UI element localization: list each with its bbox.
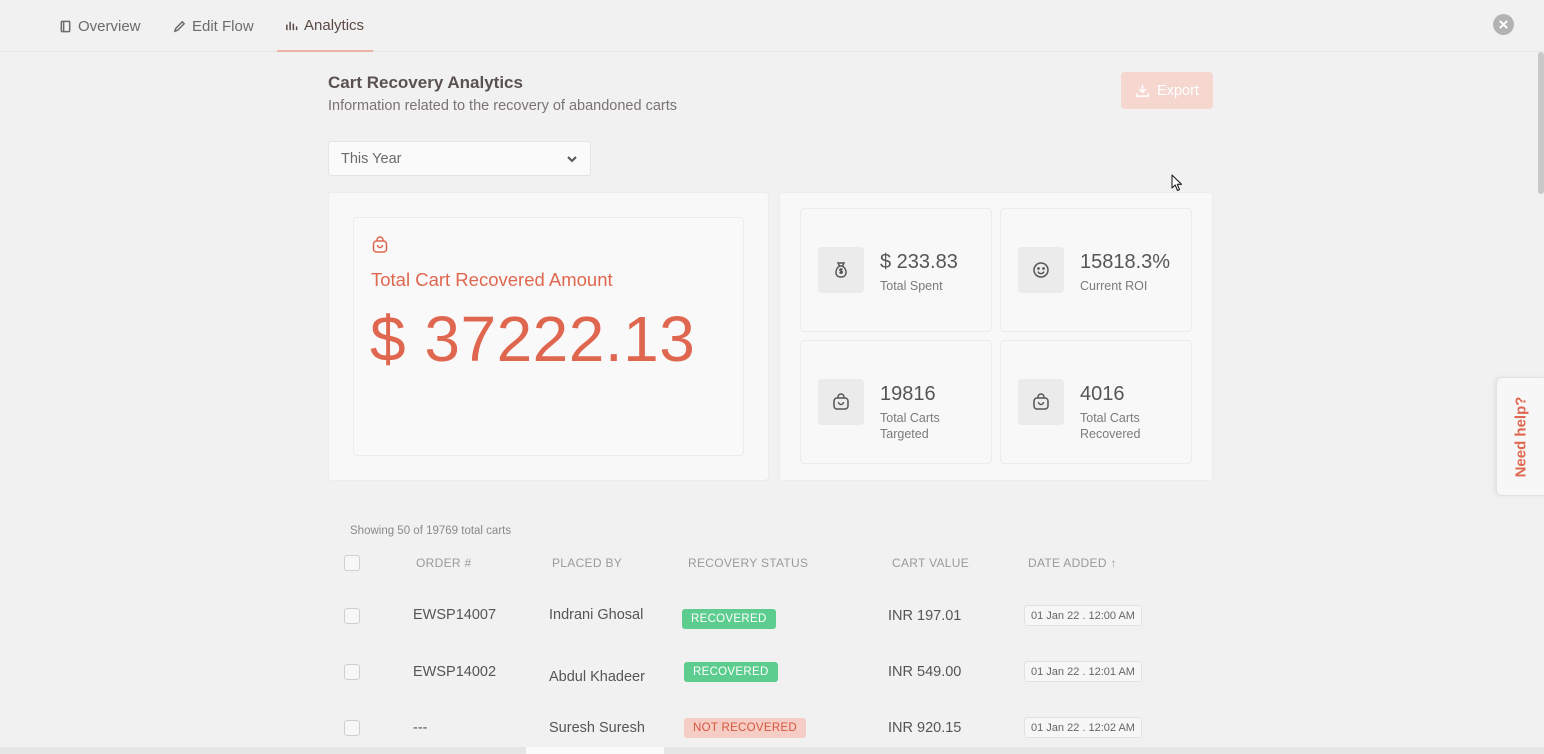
top-nav: Overview Edit Flow Analytics (0, 0, 1544, 52)
close-icon (1499, 20, 1508, 29)
stat-icon-box (1018, 247, 1064, 293)
book-icon (60, 20, 71, 32)
stat-current-roi: 15818.3% Current ROI (1000, 208, 1192, 332)
stat-label: Total Carts Targeted (880, 411, 940, 441)
chevron-down-icon (567, 155, 577, 162)
stat-value: 15818.3% (1080, 251, 1171, 273)
stat-label: Total Spent (880, 279, 943, 293)
stat-value: 19816 (880, 383, 936, 405)
export-label: Export (1157, 82, 1199, 99)
placed-by: Suresh Suresh (549, 720, 645, 736)
shopping-bag-icon (372, 236, 388, 253)
stat-carts-recovered: 4016 Total Carts Recovered (1000, 340, 1192, 464)
date-added: 01 Jan 22 . 12:02 AM (1024, 717, 1142, 738)
select-all-checkbox[interactable] (344, 555, 360, 571)
stat-value: $ 233.83 (880, 251, 958, 273)
tab-analytics[interactable]: Analytics (277, 0, 373, 52)
smiley-icon (1033, 262, 1049, 278)
stat-icon-box (1018, 379, 1064, 425)
row-checkbox[interactable] (344, 720, 360, 736)
recovered-amount-panel: Total Cart Recovered Amount $ 37222.13 (353, 217, 744, 456)
vertical-scrollbar[interactable] (1538, 52, 1544, 194)
horizontal-scrollbar-thumb[interactable] (526, 747, 664, 754)
tab-overview[interactable]: Overview (51, 0, 149, 52)
stat-label: Total Carts Recovered (1080, 411, 1141, 441)
row-checkbox[interactable] (344, 608, 360, 624)
status-badge: RECOVERED (684, 662, 778, 682)
date-added: 01 Jan 22 . 12:00 AM (1024, 605, 1142, 626)
order-number: EWSP14002 (413, 664, 497, 680)
period-select-value: This Year (341, 150, 402, 167)
status-badge: NOT RECOVERED (684, 718, 807, 738)
shopping-bag-icon (1033, 393, 1049, 410)
column-header-cart-value[interactable]: CART VALUE (892, 556, 969, 570)
tab-analytics-label: Analytics (304, 16, 365, 34)
pencil-icon (173, 20, 186, 32)
table-count: Showing 50 of 19769 total carts (350, 525, 512, 537)
stat-icon-box (818, 379, 864, 425)
tab-overview-label: Overview (78, 17, 141, 35)
shopping-bag-icon (833, 393, 849, 410)
stat-carts-targeted: 19816 Total Carts Targeted (800, 340, 992, 464)
date-added: 01 Jan 22 . 12:01 AM (1024, 661, 1142, 682)
download-icon (1136, 84, 1149, 97)
status-badge: RECOVERED (682, 609, 776, 629)
money-bag-icon (835, 262, 847, 278)
cart-value: INR 920.15 (888, 720, 962, 736)
recovered-amount-card: Total Cart Recovered Amount $ 37222.13 (328, 192, 769, 481)
tab-edit-flow[interactable]: Edit Flow (165, 0, 262, 52)
column-header-order[interactable]: ORDER # (416, 556, 471, 570)
stat-value: 4016 (1080, 383, 1125, 405)
cart-value: INR 197.01 (888, 608, 962, 624)
stat-total-spent: $ 233.83 Total Spent (800, 208, 992, 332)
order-number: EWSP14007 (413, 607, 497, 623)
column-header-date-added[interactable]: DATE ADDED ↑ (1028, 556, 1117, 570)
tab-edit-flow-label: Edit Flow (192, 17, 254, 35)
close-button[interactable] (1493, 14, 1514, 35)
stat-label: Current ROI (1080, 279, 1148, 293)
horizontal-scrollbar-track[interactable] (0, 747, 1544, 754)
stats-card: $ 233.83 Total Spent 15818.3% Current RO… (779, 192, 1213, 481)
need-help-tab[interactable]: Need help? (1496, 377, 1544, 496)
page-title: Cart Recovery Analytics (328, 73, 523, 92)
page-subtitle: Information related to the recovery of a… (328, 98, 678, 114)
mouse-cursor-icon (1171, 174, 1183, 192)
need-help-label: Need help? (1512, 396, 1529, 477)
order-number: --- (413, 720, 428, 736)
row-checkbox[interactable] (344, 664, 360, 680)
placed-by: Indrani Ghosal (549, 607, 644, 623)
recovered-amount-value: $ 37222.13 (370, 303, 696, 375)
period-select[interactable]: This Year (328, 141, 591, 176)
placed-by: Abdul Khadeer (549, 669, 645, 685)
column-header-placed-by[interactable]: PLACED BY (552, 556, 622, 570)
export-button[interactable]: Export (1121, 72, 1213, 109)
stat-icon-box (818, 247, 864, 293)
cart-value: INR 549.00 (888, 664, 962, 680)
recovered-amount-label: Total Cart Recovered Amount (371, 269, 613, 290)
column-header-recovery-status[interactable]: RECOVERY STATUS (688, 556, 808, 570)
bar-chart-icon (286, 21, 298, 30)
